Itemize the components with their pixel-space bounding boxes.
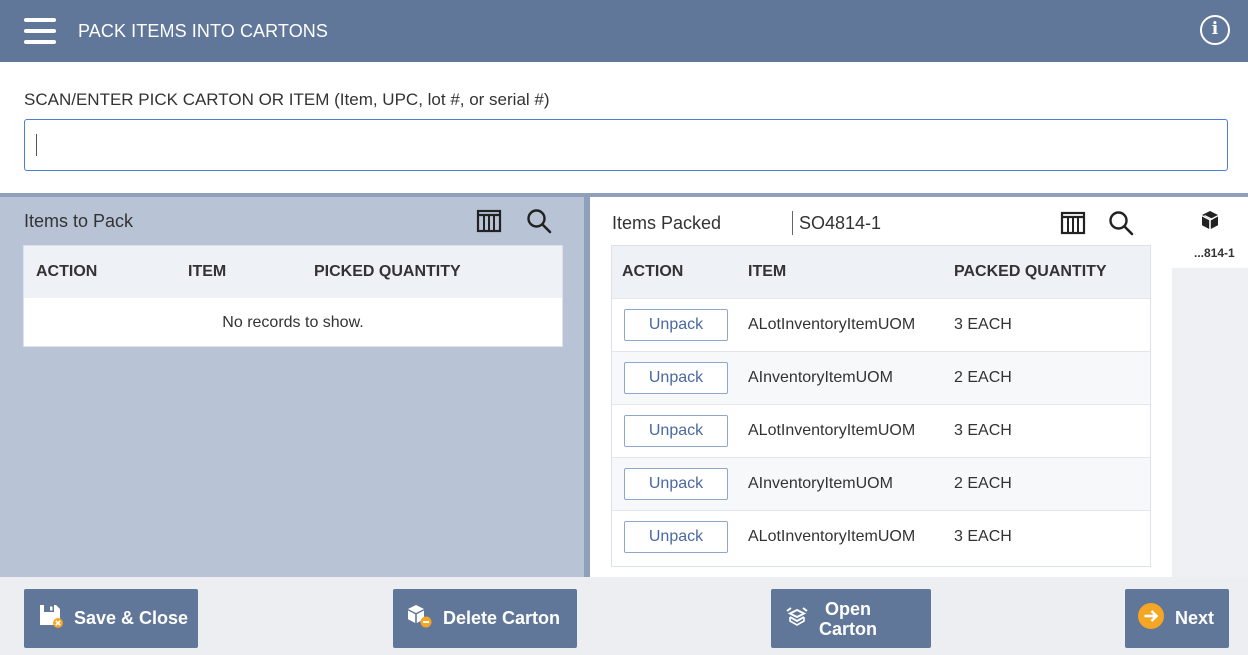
open-carton-icon — [785, 604, 809, 633]
item-cell: ALotInventoryItemUOM — [748, 316, 916, 333]
grid-header: ACTION ITEM PICKED QUANTITY — [24, 246, 562, 298]
items-packed-panel: Items Packed ACTION ITEM PACKED QUANTITY… — [590, 197, 1248, 577]
unpack-button[interactable]: Unpack — [624, 468, 728, 500]
table-row: Unpack AInventoryItemUOM 2 EACH — [612, 351, 1150, 404]
save-close-button[interactable]: Save & Close — [24, 589, 198, 648]
item-cell: AInventoryItemUOM — [748, 369, 893, 386]
item-cell: ALotInventoryItemUOM — [748, 528, 916, 545]
column-header-packed-quantity[interactable]: PACKED QUANTITY — [954, 263, 1107, 281]
item-cell: ALotInventoryItemUOM — [748, 422, 916, 439]
next-label: Next — [1175, 608, 1215, 628]
app-header: PACK ITEMS INTO CARTONS i — [0, 0, 1248, 62]
page-title: PACK ITEMS INTO CARTONS — [78, 21, 329, 41]
carton-id-label: SO4814-1 — [799, 213, 882, 233]
packed-quantity-cell: 2 EACH — [954, 369, 1012, 386]
column-header-item[interactable]: ITEM — [748, 263, 786, 281]
scan-label: SCAN/ENTER PICK CARTON OR ITEM (Item, UP… — [24, 90, 550, 109]
delete-carton-label: Delete Carton — [443, 608, 561, 628]
table-row: Unpack ALotInventoryItemUOM 3 EACH — [612, 298, 1150, 351]
items-packed-grid: ACTION ITEM PACKED QUANTITY Unpack ALotI… — [612, 246, 1150, 566]
packed-quantity-cell: 3 EACH — [954, 316, 1012, 333]
items-to-pack-title: Items to Pack — [24, 211, 134, 231]
grid-header: ACTION ITEM PACKED QUANTITY — [612, 246, 1150, 298]
search-icon[interactable] — [1108, 210, 1134, 236]
delete-carton-button[interactable]: Delete Carton — [393, 589, 577, 648]
scan-input[interactable] — [24, 119, 1228, 171]
hamburger-menu-icon[interactable] — [24, 18, 56, 44]
carton-tab-label[interactable]: ...814-1 — [1194, 246, 1235, 260]
column-header-picked-quantity[interactable]: PICKED QUANTITY — [314, 263, 461, 281]
next-arrow-icon — [1137, 602, 1165, 635]
text-caret — [36, 134, 37, 156]
column-header-action[interactable]: ACTION — [622, 263, 683, 281]
unpack-button[interactable]: Unpack — [624, 362, 728, 394]
search-icon[interactable] — [526, 208, 552, 234]
save-close-label: Save & Close — [74, 608, 189, 628]
column-chooser-icon[interactable] — [476, 208, 502, 234]
table-row: Unpack AInventoryItemUOM 2 EACH — [612, 457, 1150, 510]
items-to-pack-grid: ACTION ITEM PICKED QUANTITY No records t… — [24, 246, 562, 346]
unpack-button[interactable]: Unpack — [624, 521, 728, 553]
packed-quantity-cell: 3 EACH — [954, 528, 1012, 545]
unpack-button[interactable]: Unpack — [624, 415, 728, 447]
open-carton-label: Open Carton — [819, 599, 877, 639]
column-header-item[interactable]: ITEM — [188, 263, 226, 281]
next-button[interactable]: Next — [1125, 589, 1229, 648]
save-icon — [38, 603, 64, 634]
items-packed-title: Items Packed — [612, 213, 722, 233]
column-header-action[interactable]: ACTION — [36, 263, 97, 281]
table-row: Unpack ALotInventoryItemUOM 3 EACH — [612, 510, 1150, 563]
empty-message: No records to show. — [222, 314, 364, 331]
open-carton-label-line1: Open — [824, 598, 871, 619]
carton-box-icon[interactable] — [1200, 210, 1220, 230]
item-cell: AInventoryItemUOM — [748, 475, 893, 492]
delete-carton-icon — [405, 603, 433, 634]
packed-quantity-cell: 3 EACH — [954, 422, 1012, 439]
open-carton-label-line2: Carton — [819, 618, 877, 639]
separator — [792, 211, 793, 235]
unpack-button[interactable]: Unpack — [624, 309, 728, 341]
items-to-pack-panel: Items to Pack ACTION ITEM PICKED QUANTIT… — [0, 197, 584, 577]
packed-quantity-cell: 2 EACH — [954, 475, 1012, 492]
column-chooser-icon[interactable] — [1060, 210, 1086, 236]
info-icon[interactable]: i — [1200, 15, 1230, 45]
table-row: Unpack ALotInventoryItemUOM 3 EACH — [612, 404, 1150, 457]
open-carton-button[interactable]: Open Carton — [771, 589, 931, 648]
carton-tab-strip — [1172, 268, 1248, 577]
